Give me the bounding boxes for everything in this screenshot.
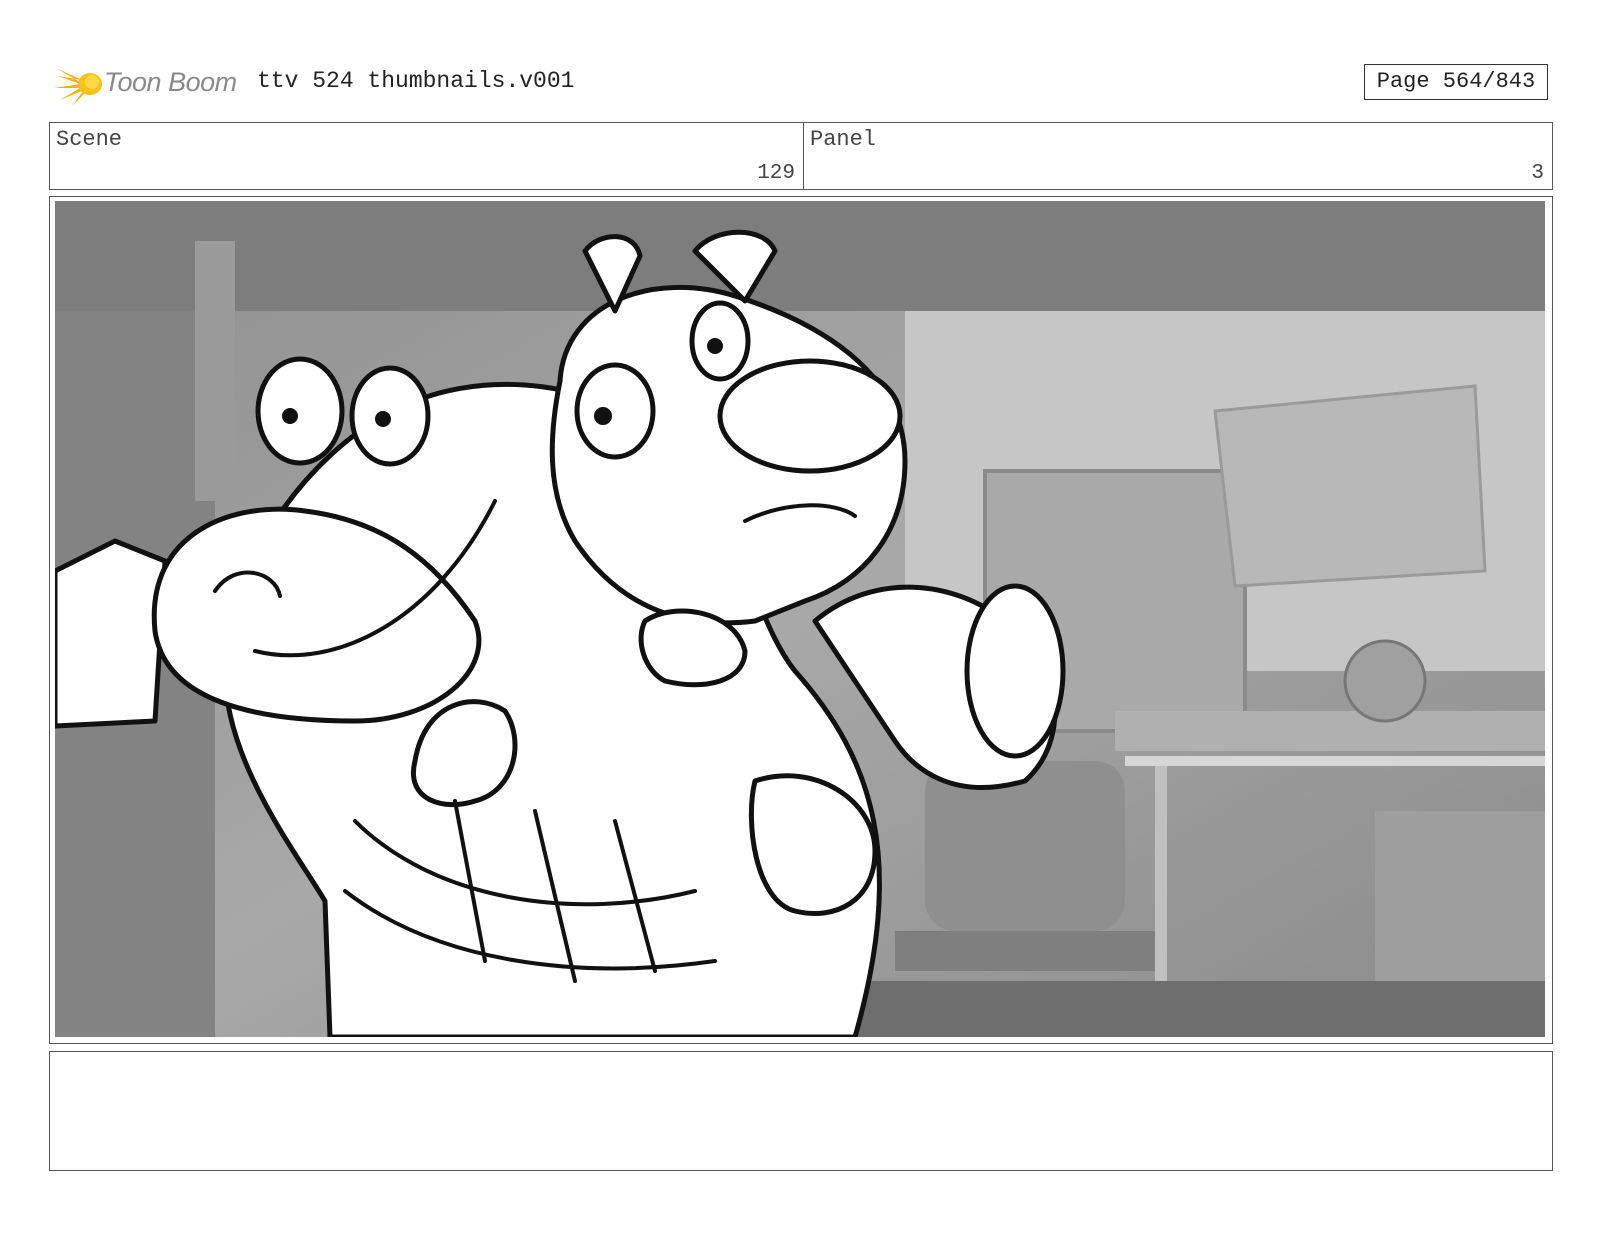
page-indicator: Page 564/843 [1364,64,1548,100]
panel-label: Panel [810,127,877,152]
chair-base [895,931,1155,971]
scene-label: Scene [56,127,123,152]
desk-fan [1343,639,1427,723]
small-character-snout [717,358,903,474]
table-edge [1125,756,1545,766]
storyboard-frame [49,196,1553,1044]
table-leg [1155,766,1167,1006]
floor [835,981,1545,1037]
starburst-icon [54,68,102,106]
scene-panel-info: Scene 129 Panel 3 [49,122,1553,190]
small-character-eye-left [574,362,656,460]
net-table [1115,711,1545,751]
ceiling [55,201,1545,311]
storyboard-drawing [55,201,1545,1037]
document-title: ttv 524 thumbnails.v001 [257,68,575,94]
sketch-arm [55,538,168,729]
toon-boom-logo: Toon Boom [52,58,242,108]
small-character-foot [964,583,1066,759]
panel-number: 3 [1531,162,1544,185]
header: Toon Boom ttv 524 thumbnails.v001 Page 5… [52,58,1552,108]
pipe [195,241,235,501]
logo-text: Toon Boom [104,67,237,97]
wall-poster [1213,384,1487,588]
scene-cell: Scene 129 [50,123,804,189]
notes-box [49,1051,1553,1171]
panel-cell: Panel 3 [804,123,1552,189]
scene-number: 129 [757,162,795,185]
big-character-eye-left [255,356,345,466]
